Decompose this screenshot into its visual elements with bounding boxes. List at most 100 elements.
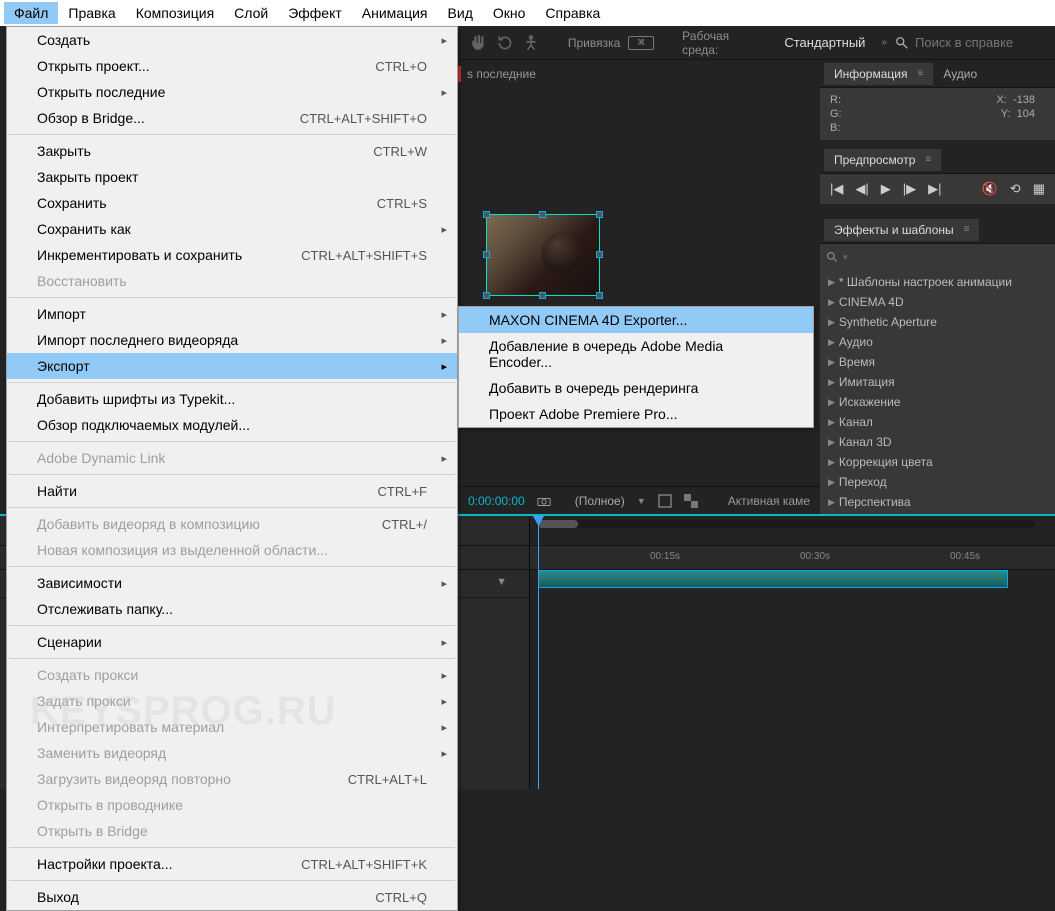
effects-tree-item[interactable]: ▶Канал [820, 412, 1055, 432]
preview-controls: |◀ ◀| ▶ |▶ ▶| 🔇 ⟲ ▦ [820, 174, 1055, 204]
file-menu-item[interactable]: ВыходCTRL+Q [7, 884, 457, 910]
file-menu-item[interactable]: Создать▸ [7, 27, 457, 53]
panel-menu-icon[interactable]: ≡ [913, 68, 923, 79]
playhead[interactable] [538, 516, 539, 789]
file-menu-item[interactable]: СохранитьCTRL+S [7, 190, 457, 216]
expand-icon: ▶ [828, 397, 835, 408]
file-menu-item: Открыть в проводнике [7, 792, 457, 818]
preview-tab[interactable]: Предпросмотр≡ [824, 149, 941, 171]
menu-композиция[interactable]: Композиция [126, 2, 224, 24]
puppet-icon[interactable] [522, 34, 540, 52]
go-to-end-icon[interactable]: ▶| [928, 181, 941, 197]
expand-icon: ▶ [828, 297, 835, 308]
file-menu-item[interactable]: Открыть проект...CTRL+O [7, 53, 457, 79]
file-menu-item: Открыть в Bridge [7, 818, 457, 844]
menu-окно[interactable]: Окно [483, 2, 536, 24]
expand-icon: ▶ [828, 377, 835, 388]
file-menu-item: Создать прокси▸ [7, 662, 457, 688]
file-menu-item: Загрузить видеоряд повторноCTRL+ALT+L [7, 766, 457, 792]
export-submenu-item[interactable]: Добавление в очередь Adobe Media Encoder… [459, 333, 813, 375]
file-menu-item[interactable]: Настройки проекта...CTRL+ALT+SHIFT+K [7, 851, 457, 877]
collapse-icon[interactable]: ▼ [496, 576, 507, 588]
file-menu-item[interactable]: Добавить шрифты из Typekit... [7, 386, 457, 412]
timeline-zoom-slider[interactable] [538, 520, 1035, 528]
effects-tree-item[interactable]: ▶Имитация [820, 372, 1055, 392]
menu-файл[interactable]: Файл [4, 2, 58, 24]
file-menu-item[interactable]: Сценарии▸ [7, 629, 457, 655]
composition-tab[interactable]: s последние [458, 60, 536, 88]
file-menu-item[interactable]: Открыть последние▸ [7, 79, 457, 105]
effects-tree-item[interactable]: ▶Аудио [820, 332, 1055, 352]
timeline-clip[interactable] [538, 570, 1008, 588]
file-menu-item: Новая композиция из выделенной области..… [7, 537, 457, 563]
effects-tree-item[interactable]: ▶Переход [820, 472, 1055, 492]
expand-icon: ▶ [828, 357, 835, 368]
mute-icon[interactable]: 🔇 [982, 181, 998, 197]
search-input[interactable] [915, 35, 1045, 50]
file-menu-item[interactable]: Экспорт▸ [7, 353, 457, 379]
search-icon[interactable] [895, 36, 909, 50]
effects-tab[interactable]: Эффекты и шаблоны≡ [824, 219, 979, 241]
export-submenu-item[interactable]: MAXON CINEMA 4D Exporter... [459, 307, 813, 333]
menu-анимация[interactable]: Анимация [352, 2, 438, 24]
file-menu-item[interactable]: ЗакрытьCTRL+W [7, 138, 457, 164]
effects-tree-item[interactable]: ▶Искажение [820, 392, 1055, 412]
effects-tree-item[interactable]: ▶Коррекция цвета [820, 452, 1055, 472]
file-menu-item[interactable]: Закрыть проект [7, 164, 457, 190]
effects-tree-item[interactable]: ▶* Шаблоны настроек анимации [820, 272, 1055, 292]
file-menu-item[interactable]: Импорт последнего видеоряда▸ [7, 327, 457, 353]
snap-toggle[interactable]: ⌘ [628, 36, 654, 50]
next-frame-icon[interactable]: |▶ [903, 181, 916, 197]
menu-правка[interactable]: Правка [58, 2, 125, 24]
effects-search[interactable]: ▾ [820, 244, 1055, 270]
menu-вид[interactable]: Вид [438, 2, 483, 24]
file-menu-item[interactable]: Обзор в Bridge...CTRL+ALT+SHIFT+O [7, 105, 457, 131]
prev-frame-icon[interactable]: ◀| [855, 181, 868, 197]
hand-icon[interactable] [470, 34, 488, 52]
file-menu-item[interactable]: Сохранить как▸ [7, 216, 457, 242]
submenu-arrow-icon: ▸ [441, 452, 447, 465]
timecode[interactable]: 0:00:00:00 [468, 494, 525, 508]
workspace-value[interactable]: Стандартный [776, 33, 873, 52]
timeline-track-area[interactable]: 00:15s 00:30s 00:45s [530, 516, 1055, 789]
chevron-down-icon[interactable]: » [881, 37, 887, 48]
audio-tab[interactable]: Аудио [933, 63, 987, 85]
file-menu-item[interactable]: Импорт▸ [7, 301, 457, 327]
effects-tree-item[interactable]: ▶Время [820, 352, 1055, 372]
grid-icon[interactable] [658, 494, 672, 508]
file-menu-item[interactable]: Отслеживать папку... [7, 596, 457, 622]
effects-tree-item[interactable]: ▶Перспектива [820, 492, 1055, 512]
file-menu-item[interactable]: Зависимости▸ [7, 570, 457, 596]
transparency-icon[interactable] [684, 494, 698, 508]
ram-preview-icon[interactable]: ▦ [1033, 181, 1045, 197]
time-ruler[interactable]: 00:15s 00:30s 00:45s [530, 546, 1055, 570]
file-menu-item: Восстановить [7, 268, 457, 294]
rotate-icon[interactable] [496, 34, 514, 52]
menu-слой[interactable]: Слой [224, 2, 278, 24]
viewer-layer[interactable] [486, 214, 600, 296]
menu-эффект[interactable]: Эффект [278, 2, 352, 24]
go-to-start-icon[interactable]: |◀ [830, 181, 843, 197]
effects-tree: ▶* Шаблоны настроек анимации▶CINEMA 4D▶S… [820, 270, 1055, 554]
submenu-arrow-icon: ▸ [441, 308, 447, 321]
export-submenu-item[interactable]: Добавить в очередь рендеринга [459, 375, 813, 401]
export-submenu-item[interactable]: Проект Adobe Premiere Pro... [459, 401, 813, 427]
expand-icon: ▶ [828, 417, 835, 428]
submenu-arrow-icon: ▸ [441, 223, 447, 236]
effects-tree-item[interactable]: ▶Synthetic Aperture [820, 312, 1055, 332]
menu-справка[interactable]: Справка [535, 2, 610, 24]
effects-tree-item[interactable]: ▶Канал 3D [820, 432, 1055, 452]
loop-icon[interactable]: ⟲ [1010, 181, 1021, 197]
file-menu-item[interactable]: Обзор подключаемых модулей... [7, 412, 457, 438]
file-menu-item: Заменить видеоряд▸ [7, 740, 457, 766]
active-camera-label[interactable]: Активная каме [728, 494, 810, 508]
camera-icon[interactable] [537, 495, 551, 507]
file-menu-item[interactable]: Инкрементировать и сохранитьCTRL+ALT+SHI… [7, 242, 457, 268]
effects-tree-item[interactable]: ▶CINEMA 4D [820, 292, 1055, 312]
info-tab[interactable]: Информация≡ [824, 63, 933, 85]
file-menu-item[interactable]: НайтиCTRL+F [7, 478, 457, 504]
resolution-dropdown[interactable]: (Полное) [575, 494, 625, 508]
expand-icon: ▶ [828, 457, 835, 468]
play-icon[interactable]: ▶ [881, 181, 891, 197]
submenu-arrow-icon: ▸ [441, 86, 447, 99]
